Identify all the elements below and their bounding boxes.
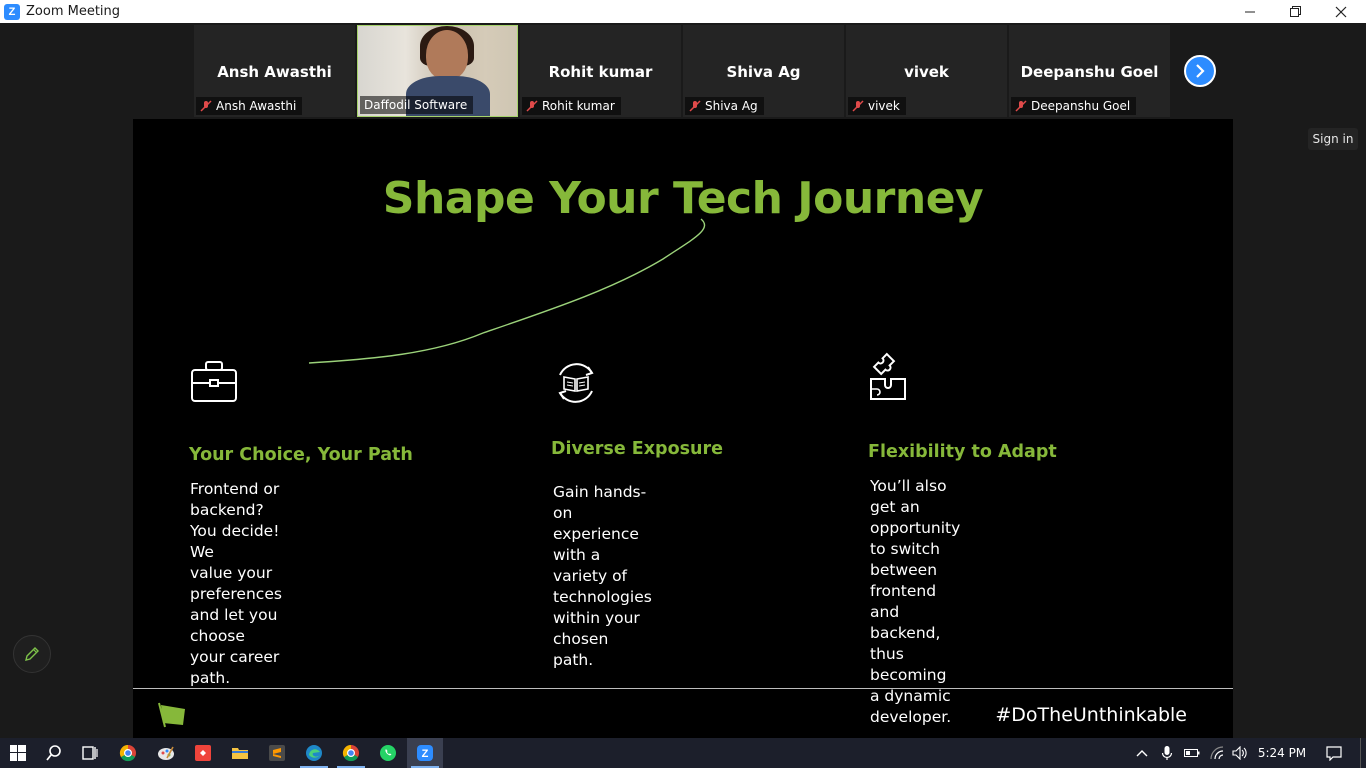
taskbar-search-button[interactable]: [36, 738, 72, 768]
notification-icon: [1326, 746, 1342, 761]
taskbar-app-sublime-text[interactable]: [259, 738, 295, 768]
svg-text:Z: Z: [422, 748, 429, 760]
feature-heading: Diverse Exposure: [551, 439, 723, 459]
shared-slide: Shape Your Tech Journey Your Choice, You…: [133, 119, 1233, 738]
participant-label-text: Ansh Awasthi: [216, 99, 297, 113]
next-participants-button[interactable]: [1184, 55, 1216, 87]
task-view-icon: [82, 746, 98, 760]
taskbar-app-zoom[interactable]: Z: [407, 738, 443, 768]
task-view-button[interactable]: [72, 738, 108, 768]
taskbar-app-paint[interactable]: [148, 738, 184, 768]
muted-mic-icon: [689, 100, 701, 112]
feature-heading: Flexibility to Adapt: [868, 442, 1057, 462]
volume-tray-button[interactable]: [1227, 738, 1253, 768]
restore-icon: [1289, 6, 1301, 17]
battery-icon: [1184, 749, 1200, 757]
participant-name: Ansh Awasthi: [217, 63, 332, 81]
zoom-icon: Z: [417, 745, 433, 761]
participant-tile[interactable]: Rohit kumar Rohit kumar: [520, 25, 681, 117]
window-titlebar: Z Zoom Meeting: [0, 0, 1366, 23]
zoom-logo-icon: Z: [4, 3, 20, 20]
footer-divider: [133, 688, 1233, 689]
feature-heading: Your Choice, Your Path: [189, 445, 413, 465]
participant-name: Shiva Ag: [726, 63, 801, 81]
paint-icon: [158, 746, 174, 760]
close-icon: [1335, 6, 1347, 17]
participant-tile[interactable]: Ansh Awasthi Ansh Awasthi: [194, 25, 355, 117]
close-button[interactable]: [1318, 0, 1364, 23]
taskbar-app-whatsapp[interactable]: [370, 738, 406, 768]
participant-label: Rohit kumar: [522, 97, 621, 115]
windows-start-icon: [10, 745, 26, 761]
show-hidden-icons-button[interactable]: [1128, 738, 1156, 768]
participant-name: Rohit kumar: [548, 63, 653, 81]
folder-icon: [232, 748, 248, 759]
start-button[interactable]: [0, 738, 36, 768]
participant-label: Deepanshu Goel: [1011, 97, 1137, 115]
feature-description: You’ll also get an opportunity to switch…: [870, 477, 961, 726]
participant-label: Daffodil Software: [360, 96, 474, 114]
participant-strip: Ansh Awasthi Ansh Awasthi Daffodil Softw…: [194, 25, 1170, 117]
taskbar-app-file-explorer[interactable]: [222, 738, 258, 768]
microphone-icon: [1161, 746, 1173, 760]
chevron-up-icon: [1136, 750, 1148, 757]
participant-label-text: Rohit kumar: [542, 99, 615, 113]
participant-label-text: vivek: [868, 99, 900, 113]
briefcase-icon: [191, 361, 237, 402]
edge-icon: [306, 745, 322, 761]
show-desktop-button[interactable]: [1360, 738, 1366, 768]
muted-mic-icon: [852, 100, 864, 112]
participant-tile-active-speaker[interactable]: Daffodil Software: [357, 25, 518, 117]
participant-tile[interactable]: Shiva Ag Shiva Ag: [683, 25, 844, 117]
participant-label-text: Deepanshu Goel: [1031, 99, 1131, 113]
pencil-icon: [25, 647, 39, 661]
battery-tray-button[interactable]: [1179, 738, 1205, 768]
whatsapp-icon: [380, 745, 396, 761]
sublime-text-icon: [269, 745, 285, 761]
windows-taskbar: Z 5:24 PM: [0, 738, 1366, 768]
brand-flag-icon: [158, 702, 185, 728]
puzzle-icon: [870, 352, 906, 400]
taskbar-clock[interactable]: 5:24 PM: [1256, 738, 1308, 768]
participant-tile[interactable]: Deepanshu Goel Deepanshu Goel: [1009, 25, 1170, 117]
search-icon: [46, 745, 61, 761]
taskbar-app-anydesk[interactable]: [185, 738, 221, 768]
chrome-icon: [119, 744, 136, 762]
minimize-icon: [1244, 11, 1255, 13]
muted-mic-icon: [200, 100, 212, 112]
speaker-icon: [1232, 746, 1247, 760]
participant-label-text: Daffodil Software: [364, 98, 468, 112]
wifi-icon: [1210, 746, 1224, 760]
action-center-button[interactable]: [1318, 738, 1350, 768]
minimize-button[interactable]: [1227, 0, 1273, 23]
participant-name: vivek: [904, 63, 949, 81]
participant-name: Deepanshu Goel: [1020, 63, 1159, 81]
window-title: Zoom Meeting: [26, 4, 121, 19]
muted-mic-icon: [1015, 100, 1027, 112]
book-cycle-icon: [558, 363, 594, 403]
chrome-icon: [342, 744, 359, 762]
participant-label: Ansh Awasthi: [196, 97, 303, 115]
sign-in-button[interactable]: Sign in: [1308, 128, 1358, 150]
slide-hashtag: #DoTheUnthinkable: [995, 704, 1187, 726]
muted-mic-icon: [526, 100, 538, 112]
participant-tile[interactable]: vivek vivek: [846, 25, 1007, 117]
restore-button[interactable]: [1272, 0, 1318, 23]
taskbar-app-chrome-2[interactable]: [333, 738, 369, 768]
annotation-stroke: [308, 218, 706, 364]
annotate-button[interactable]: [13, 635, 51, 673]
taskbar-app-edge[interactable]: [296, 738, 332, 768]
anydesk-icon: [195, 745, 211, 761]
feature-description: Frontend or backend? You decide! We valu…: [190, 480, 282, 687]
feature-description: Gain hands-on experience with a variety …: [553, 483, 652, 669]
participant-label: Shiva Ag: [685, 97, 764, 115]
participant-label-text: Shiva Ag: [705, 99, 758, 113]
taskbar-app-chrome[interactable]: [110, 738, 146, 768]
chevron-right-icon: [1196, 64, 1205, 78]
participant-label: vivek: [848, 97, 906, 115]
meeting-area: Ansh Awasthi Ansh Awasthi Daffodil Softw…: [0, 23, 1366, 738]
microphone-tray-button[interactable]: [1154, 738, 1180, 768]
